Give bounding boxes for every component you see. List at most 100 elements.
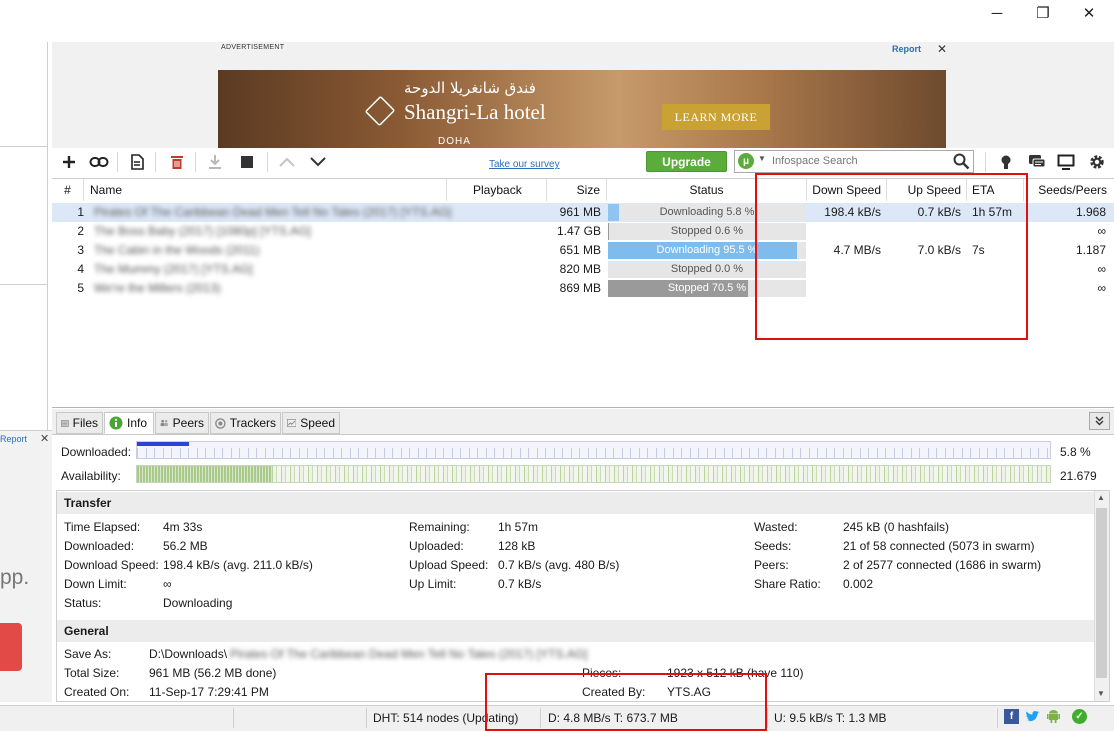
column-header-seeds-peers[interactable]: Seeds/Peers: [1024, 179, 1114, 201]
down-limit-label: Down Limit:: [64, 577, 127, 591]
tab-info[interactable]: Info: [104, 412, 154, 434]
torrent-number: 1: [77, 205, 84, 219]
close-button[interactable]: ✕: [1078, 4, 1100, 22]
stop-icon[interactable]: [235, 150, 259, 174]
tab-trackers[interactable]: Trackers: [210, 412, 281, 434]
tab-trackers-label: Trackers: [229, 416, 276, 430]
torrent-seeds-peers: ∞: [1097, 281, 1106, 295]
tab-peers[interactable]: Peers: [155, 412, 209, 434]
torrent-seeds-peers: 1.187: [1075, 243, 1106, 257]
restore-button[interactable]: ❐: [1032, 4, 1054, 22]
column-header-number[interactable]: #: [52, 179, 84, 201]
total-size-value: 961 MB (56.2 MB done): [149, 666, 277, 680]
status-separator: [767, 708, 768, 728]
tab-speed-label: Speed: [300, 416, 335, 430]
scroll-up-icon[interactable]: ▲: [1097, 493, 1105, 502]
save-as-path-prefix: D:\Downloads\: [149, 647, 228, 661]
sidebar-ad-close-icon[interactable]: ✕: [40, 432, 49, 445]
search-provider-dropdown-icon[interactable]: ▼: [758, 154, 766, 163]
lightbulb-icon[interactable]: [994, 150, 1018, 174]
trackers-icon: [215, 417, 226, 429]
transfer-section-title: Transfer: [57, 492, 1094, 514]
torrent-number: 3: [77, 243, 84, 257]
column-header-status-label: Status: [689, 183, 724, 197]
upload-total-status[interactable]: U: 9.5 kB/s T: 1.3 MB: [774, 711, 887, 725]
peers-value: 2 of 2577 connected (1686 in swarm): [843, 558, 1042, 572]
toolbar-separator: [195, 152, 196, 172]
ad-learn-more-button[interactable]: LEARN MORE: [662, 104, 770, 130]
ad-close-icon[interactable]: ✕: [937, 42, 947, 56]
downloaded-pieces-pattern: [137, 448, 1050, 458]
chat-icon[interactable]: [1025, 150, 1049, 174]
upgrade-button[interactable]: Upgrade: [646, 151, 727, 172]
up-limit-value: 0.7 kB/s: [498, 577, 542, 591]
availability-dense-segment: [137, 466, 272, 482]
torrent-number: 2: [77, 224, 84, 238]
network-ok-icon[interactable]: ✓: [1072, 709, 1087, 724]
search-icon[interactable]: [952, 152, 970, 170]
download-icon[interactable]: [203, 150, 227, 174]
twitter-icon[interactable]: [1025, 709, 1040, 724]
android-icon[interactable]: [1046, 709, 1061, 724]
torrent-seeds-peers: 1.968: [1075, 205, 1106, 219]
column-header-size[interactable]: Size: [547, 179, 607, 201]
scroll-down-icon[interactable]: ▼: [1097, 689, 1105, 698]
window-titlebar: [0, 0, 1114, 42]
download-speed-label: Download Speed:: [64, 558, 159, 572]
tab-info-label: Info: [127, 416, 148, 430]
settings-gear-icon[interactable]: [1085, 150, 1109, 174]
facebook-icon[interactable]: f: [1004, 709, 1019, 724]
move-up-icon[interactable]: [275, 150, 299, 174]
upload-speed-value: 0.7 kB/s (avg. 480 B/s): [498, 558, 620, 572]
down-limit-value: ∞: [163, 577, 172, 591]
ad-report-link[interactable]: Report: [892, 44, 921, 54]
tab-peers-label: Peers: [172, 416, 204, 430]
wasted-value: 245 kB (0 hashfails): [843, 520, 950, 534]
highlight-box-totals: [485, 673, 767, 731]
torrent-size: 961 MB: [559, 205, 601, 219]
status-separator: [366, 708, 367, 728]
add-torrent-icon[interactable]: [57, 150, 81, 174]
downloaded-percent: 5.8 %: [1060, 445, 1091, 459]
minimize-button[interactable]: ─: [986, 4, 1008, 22]
collapse-details-button[interactable]: [1089, 412, 1110, 430]
availability-bar: [136, 465, 1051, 483]
tab-files[interactable]: Files: [56, 412, 103, 434]
torrent-seeds-peers: ∞: [1097, 262, 1106, 276]
survey-link[interactable]: Take our survey: [489, 159, 560, 170]
info-icon: [109, 416, 123, 430]
column-header-seeds-peers-label: Seeds/Peers: [1038, 183, 1107, 197]
move-down-icon[interactable]: [306, 150, 330, 174]
column-header-playback[interactable]: Playback: [447, 179, 547, 201]
sidebar-ad-button[interactable]: [0, 623, 22, 671]
torrent-name: Pirates Of The Caribbean Dead Men Tell N…: [94, 205, 452, 219]
torrent-name: The Mummy (2017) [YTS.AG]: [94, 262, 253, 276]
downloaded-label: Downloaded:: [64, 539, 135, 553]
torrent-name: The Boss Baby (2017) [1080p] [YTS.AG]: [94, 224, 311, 238]
search-input[interactable]: [772, 152, 942, 170]
ad-arabic-name: فندق شانغريلا الدوحة: [404, 79, 536, 97]
sidebar-ad-report-link[interactable]: Report: [0, 434, 27, 444]
remaining-label: Remaining:: [409, 520, 470, 534]
ad-banner[interactable]: فندق شانغريلا الدوحة Shangri-La hotel DO…: [218, 70, 946, 148]
delete-icon[interactable]: [165, 150, 189, 174]
toolbar-separator: [117, 152, 118, 172]
info-scrollbar-thumb[interactable]: [1096, 508, 1107, 678]
time-elapsed-value: 4m 33s: [163, 520, 203, 534]
remote-screen-icon[interactable]: [1054, 150, 1078, 174]
uploaded-label: Uploaded:: [409, 539, 464, 553]
availability-value: 21.679: [1060, 469, 1097, 483]
column-header-playback-label: Playback: [473, 183, 522, 197]
created-on-label: Created On:: [64, 685, 130, 699]
add-link-icon[interactable]: [87, 150, 111, 174]
torrent-size: 651 MB: [559, 243, 601, 257]
share-ratio-value: 0.002: [843, 577, 874, 591]
tab-speed[interactable]: Speed: [282, 412, 340, 434]
seeds-label: Seeds:: [754, 539, 792, 553]
create-torrent-icon[interactable]: [125, 150, 149, 174]
up-limit-label: Up Limit:: [409, 577, 457, 591]
toolbar-separator: [155, 152, 156, 172]
column-header-name[interactable]: Name: [84, 179, 447, 201]
status-separator: [997, 708, 998, 728]
torrent-name: We're the Millers (2013): [94, 281, 221, 295]
